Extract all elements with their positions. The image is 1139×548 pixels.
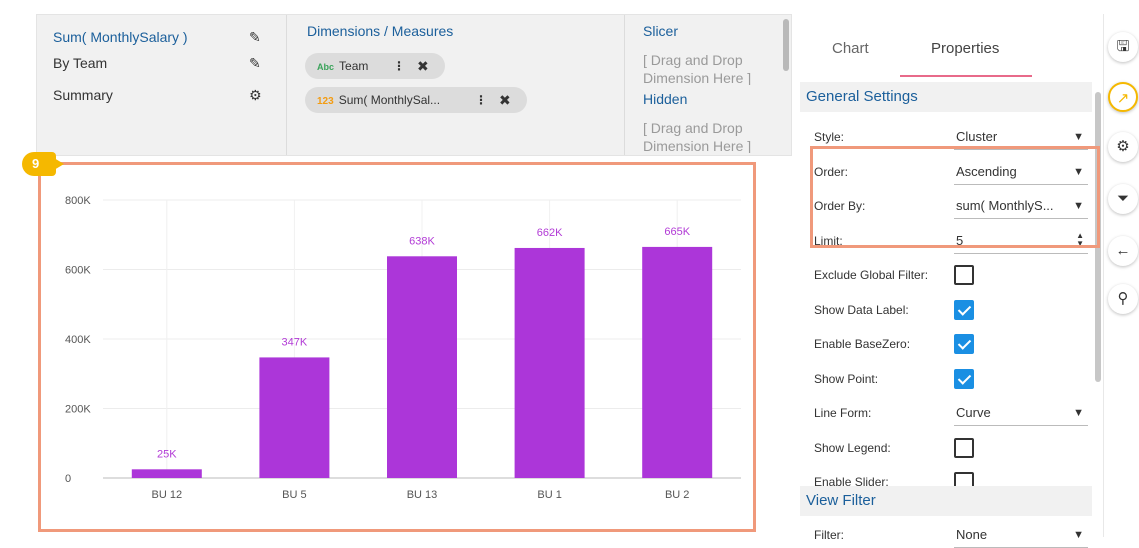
- setting-label: Show Point:: [814, 371, 879, 386]
- bulb-icon[interactable]: ⚲: [1108, 284, 1138, 314]
- settings-gears-icon[interactable]: ⚙: [1108, 132, 1138, 162]
- data-label: 662K: [537, 227, 563, 239]
- view-filter-header[interactable]: View Filter: [800, 486, 1092, 516]
- right-toolbar: 🖫 ↗ ⚙ ⏷ ← ⚲: [1103, 14, 1139, 537]
- active-tab-indicator: [900, 75, 1032, 77]
- back-arrow-icon[interactable]: ←: [1108, 236, 1138, 266]
- tab-chart[interactable]: Chart: [832, 40, 869, 57]
- data-label: 638K: [409, 235, 435, 247]
- y-tick-label: 800K: [65, 195, 91, 207]
- dimensions-measures-title: Dimensions / Measures: [307, 23, 454, 39]
- salary-measure-pill[interactable]: 123 Sum( MonthlySal... ⋮ ✖: [305, 87, 527, 113]
- setting-label: Show Data Label:: [814, 302, 909, 317]
- setting-select[interactable]: Curve ▼: [954, 402, 1088, 426]
- measure-label: Sum( MonthlySalary ): [53, 29, 188, 45]
- y-tick-label: 600K: [65, 265, 91, 277]
- hidden-title: Hidden: [643, 91, 688, 107]
- remove-icon[interactable]: ✖: [417, 53, 429, 79]
- chart-preview: 0 200K 400K 600K 800K 25K BU 12 347K BU 5 638K BU …: [38, 162, 756, 532]
- order-settings-highlight: [810, 146, 1100, 248]
- filter-select[interactable]: None ▼: [954, 524, 1088, 548]
- slicer-hidden-zone: Slicer [ Drag and Drop Dimension Here ] …: [627, 15, 791, 155]
- setting-checkbox[interactable]: [954, 437, 974, 458]
- pencil-icon[interactable]: ✎: [249, 29, 261, 46]
- group-by-label: By Team: [53, 55, 108, 71]
- bar-chart: 0 200K 400K 600K 800K 25K BU 12 347K BU 5 638K BU …: [65, 195, 741, 501]
- filter-label: Filter:: [814, 528, 844, 542]
- data-label: 347K: [282, 336, 308, 348]
- x-tick-label: BU 5: [282, 489, 306, 501]
- pill-label: Team: [339, 59, 369, 73]
- chart-config-panel: Sum( MonthlySalary ) ✎ By Team ✎ Summary…: [36, 14, 792, 156]
- bar: [642, 246, 713, 478]
- setting-checkbox[interactable]: [954, 368, 974, 389]
- summary-label: Summary: [53, 87, 113, 103]
- data-label: 25K: [157, 448, 177, 460]
- filter-value: None: [956, 527, 988, 542]
- setting-checkbox[interactable]: [954, 265, 974, 285]
- bar: [259, 357, 330, 478]
- step-badge: 9: [22, 152, 64, 176]
- setting-checkbox[interactable]: [954, 334, 974, 354]
- save-icon[interactable]: 🖫: [1108, 32, 1138, 62]
- y-tick-label: 200K: [65, 404, 91, 416]
- general-settings-header[interactable]: General Settings: [800, 82, 1092, 112]
- setting-label: Show Legend:: [814, 440, 891, 455]
- filter-icon[interactable]: ⏷: [1108, 184, 1138, 214]
- hidden-drop-zone[interactable]: [ Drag and Drop Dimension Here ]: [643, 119, 773, 153]
- x-tick-label: BU 2: [665, 489, 689, 501]
- properties-panel: Chart Properties General Settings Style:…: [798, 14, 1103, 548]
- x-tick-label: BU 13: [407, 489, 438, 501]
- remove-icon[interactable]: ✖: [499, 87, 511, 113]
- gear-icon[interactable]: ⚙: [249, 87, 262, 104]
- caret-down-icon: ▼: [1073, 407, 1084, 419]
- select-value: Cluster: [956, 129, 998, 144]
- scrollbar[interactable]: [783, 19, 789, 71]
- caret-down-icon: ▼: [1073, 131, 1084, 143]
- setting-checkbox[interactable]: [954, 299, 974, 320]
- setting-label: Style:: [814, 130, 845, 144]
- setting-label: Exclude Global Filter:: [814, 268, 929, 282]
- setting-label: Line Form:: [814, 406, 872, 420]
- dimensions-measures-zone: Dimensions / Measures Abc Team ⋮ ✖ 123 Sum…: [289, 15, 625, 155]
- pencil-icon[interactable]: ✎: [249, 55, 261, 72]
- y-tick-label: 400K: [65, 334, 91, 346]
- data-label: 665K: [664, 226, 690, 238]
- slicer-title: Slicer: [643, 23, 679, 39]
- slicer-drop-zone[interactable]: [ Drag and Drop Dimension Here ]: [643, 51, 773, 85]
- tab-properties[interactable]: Properties: [931, 40, 999, 57]
- bar: [131, 469, 202, 478]
- x-tick-label: BU 12: [152, 489, 183, 501]
- x-tick-label: BU 1: [537, 489, 561, 501]
- chart-icon[interactable]: ↗: [1108, 82, 1138, 112]
- bar: [514, 247, 585, 478]
- team-dimension-pill[interactable]: Abc Team ⋮ ✖: [305, 53, 445, 79]
- more-options-icon[interactable]: ⋮: [393, 53, 405, 79]
- string-type-tag: Abc: [317, 62, 335, 72]
- measure-list: Sum( MonthlySalary ) ✎ By Team ✎ Summary…: [37, 15, 287, 155]
- bar: [387, 256, 457, 478]
- y-tick-label: 0: [65, 473, 71, 485]
- number-type-tag: 123: [317, 96, 334, 107]
- setting-label: Enable BaseZero:: [814, 337, 911, 351]
- more-options-icon[interactable]: ⋮: [475, 87, 487, 113]
- pill-label: Sum( MonthlySal...: [338, 93, 441, 107]
- caret-down-icon: ▼: [1073, 529, 1084, 541]
- select-value: Curve: [956, 405, 991, 420]
